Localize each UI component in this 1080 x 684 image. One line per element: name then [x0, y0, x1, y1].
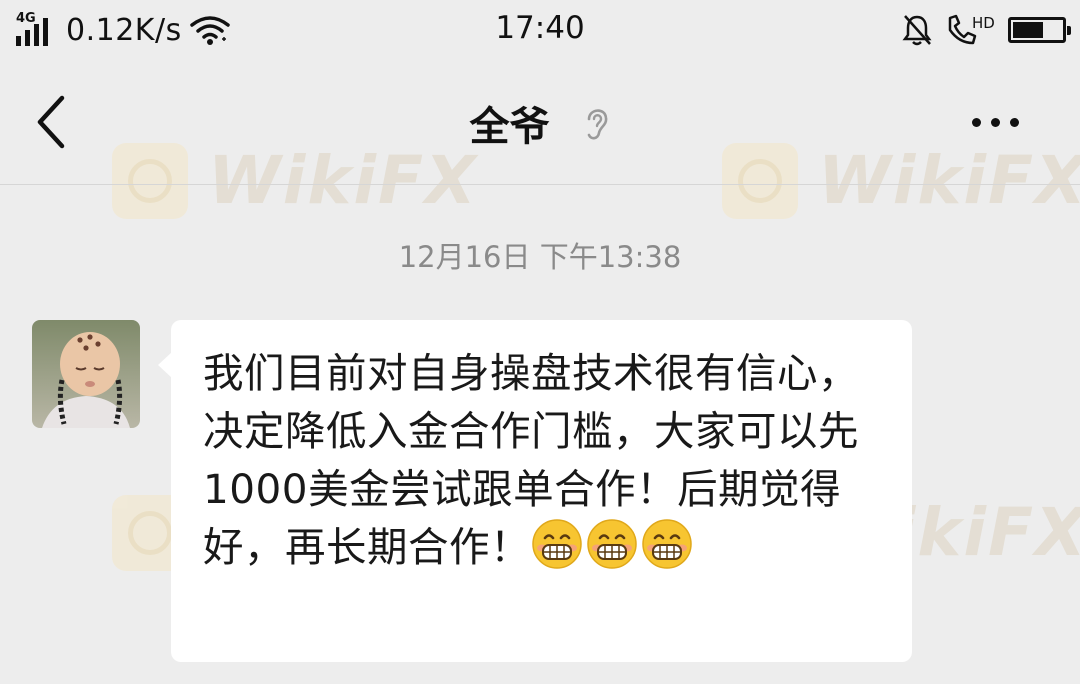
message-bubble[interactable]: 我们目前对自身操盘技术很有信心，决定降低入金合作门槛，大家可以先1000美金尝试… [158, 320, 912, 662]
battery-icon [1008, 17, 1071, 43]
chat-title[interactable]: 全爷 [469, 104, 549, 150]
hd-label: HD [972, 14, 995, 32]
message-emojis [531, 519, 696, 571]
message-timestamp: 12月16日 下午13:38 [398, 240, 682, 274]
battery-level [1013, 22, 1043, 38]
status-right: HD [902, 8, 1071, 52]
avatar-photo [32, 320, 140, 428]
message-text-block: 我们目前对自身操盘技术很有信心，决定降低入金合作门槛，大家可以先1000美金尝试… [203, 344, 893, 576]
ear-icon [587, 109, 607, 140]
volte-call-icon: HD [948, 14, 995, 45]
status-bar: 4G 0.12K/s 17:40 HD [0, 0, 1080, 60]
bell-muted-icon [902, 15, 932, 46]
chat-title-wrap: 全爷 [0, 94, 1080, 152]
grin-emoji [586, 518, 638, 570]
grin-emoji [641, 518, 693, 570]
avatar[interactable] [32, 320, 140, 428]
grin-emoji [531, 518, 583, 570]
more-dots-icon[interactable] [972, 110, 1032, 134]
chat-header: 全爷 [0, 60, 1080, 185]
